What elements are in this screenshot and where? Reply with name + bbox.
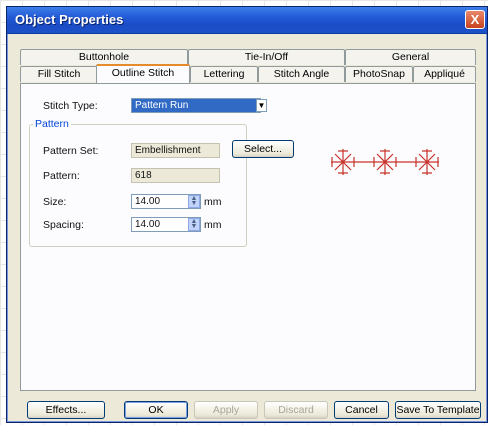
pattern-set-label: Pattern Set: (43, 145, 99, 157)
object-properties-dialog: Object Properties X Buttonhole Tie-In/Of… (6, 6, 488, 423)
pattern-label: Pattern: (43, 170, 80, 182)
stitch-type-value: Pattern Run (135, 100, 189, 111)
pattern-preview-icon (331, 148, 440, 176)
spacing-label: Spacing: (43, 219, 84, 231)
size-value: 14.00 (135, 196, 161, 207)
size-label: Size: (43, 196, 67, 208)
tab-stitch-angle[interactable]: Stitch Angle (258, 66, 345, 82)
select-pattern-button[interactable]: Select... (232, 140, 294, 158)
title-bar[interactable]: Object Properties X (7, 7, 487, 34)
pattern-set-value: Embellishment (135, 145, 201, 156)
save-to-template-button[interactable]: Save To Template (395, 401, 481, 419)
stitch-type-label: Stitch Type: (43, 100, 98, 112)
window-title: Object Properties (15, 12, 124, 27)
apply-button[interactable]: Apply (194, 401, 258, 419)
pattern-value: 618 (135, 170, 152, 181)
pattern-set-field: Embellishment (131, 143, 220, 158)
tab-photosnap[interactable]: PhotoSnap (345, 66, 413, 82)
spacing-unit: mm (204, 219, 222, 231)
discard-button[interactable]: Discard (264, 401, 328, 419)
tab-tie-in-off[interactable]: Tie-In/Off (188, 49, 345, 65)
tab-row-back: Buttonhole Tie-In/Off General (20, 49, 476, 66)
tab-outline-stitch[interactable]: Outline Stitch (96, 64, 190, 83)
tab-general[interactable]: General (345, 49, 476, 65)
pattern-group-title: Pattern (33, 118, 71, 130)
tab-buttonhole[interactable]: Buttonhole (20, 49, 188, 65)
cancel-button[interactable]: Cancel (334, 401, 389, 419)
size-unit: mm (204, 196, 222, 208)
spacing-value: 14.00 (135, 219, 161, 230)
tab-row-front: Fill Stitch Outline Stitch Lettering Sti… (20, 64, 476, 83)
spacing-spinner-icon[interactable]: ▲ ▼ (188, 218, 200, 231)
effects-button[interactable]: Effects... (27, 401, 105, 419)
ok-button[interactable]: OK (124, 401, 188, 419)
chevron-down-icon[interactable]: ▼ (256, 99, 267, 112)
tab-lettering[interactable]: Lettering (190, 66, 258, 82)
close-button[interactable]: X (465, 10, 485, 29)
size-spinner-icon[interactable]: ▲ ▼ (188, 195, 200, 208)
pattern-field: 618 (131, 168, 220, 183)
stitch-type-dropdown[interactable]: Pattern Run (131, 98, 261, 113)
tab-fill-stitch[interactable]: Fill Stitch (20, 66, 98, 82)
tab-applique[interactable]: Appliqué (413, 66, 476, 82)
